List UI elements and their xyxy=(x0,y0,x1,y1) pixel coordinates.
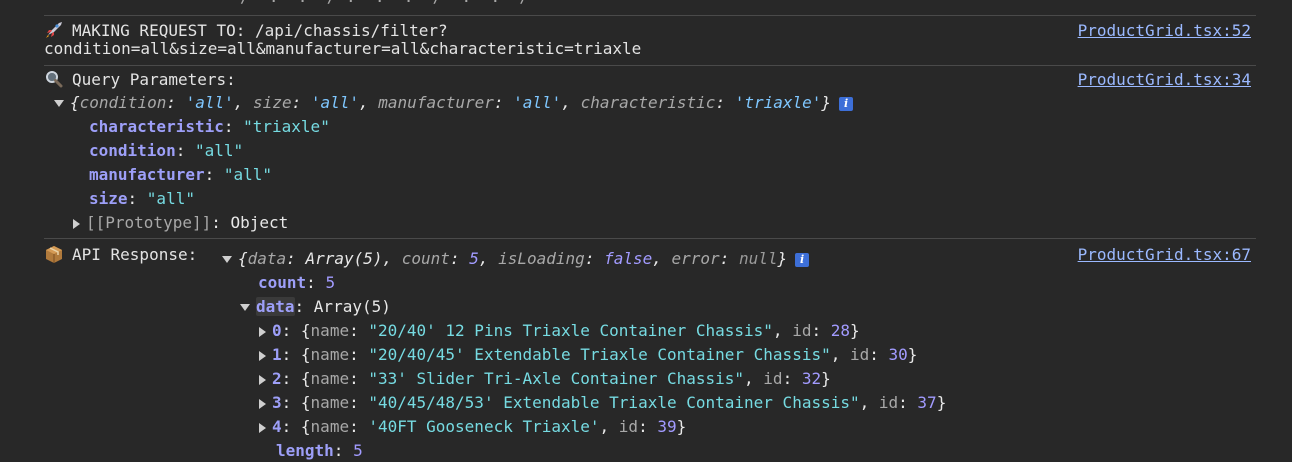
property-row: characteristic: "triaxle" xyxy=(89,117,330,136)
source-link-response[interactable]: ProductGrid.tsx:67 xyxy=(1078,244,1251,266)
item-name-value: "40/45/48/53' Extendable Triaxle Contain… xyxy=(368,393,860,412)
item-name-value: '40FT Gooseneck Triaxle' xyxy=(368,417,600,436)
property-row: manufacturer: "all" xyxy=(89,165,273,184)
expand-triangle-icon[interactable] xyxy=(259,326,266,337)
array-index: 2 xyxy=(272,369,282,388)
property-key: condition xyxy=(89,141,176,160)
summary-characteristic-value: 'triaxle' xyxy=(734,93,822,112)
array-index: 0 xyxy=(272,321,282,340)
summary-isloading-value: false xyxy=(604,249,653,268)
expand-triangle-icon[interactable] xyxy=(240,304,250,311)
summary-size-value: 'all' xyxy=(310,93,360,112)
property-key: size xyxy=(89,189,128,208)
expand-triangle-icon[interactable] xyxy=(73,218,80,229)
prototype-row[interactable]: [[Prototype]]: Object xyxy=(73,212,288,234)
magnifier-icon xyxy=(44,70,64,88)
property-value: 5 xyxy=(325,273,336,292)
info-icon[interactable]: i xyxy=(795,252,810,267)
request-label-continued: condition=all&size=all&manufacturer=all&… xyxy=(44,39,642,58)
summary-error-value: null xyxy=(738,249,778,268)
expand-triangle-icon[interactable] xyxy=(259,374,266,385)
item-id-value: 30 xyxy=(888,345,908,364)
log-separator xyxy=(44,238,1256,239)
property-value: "triaxle" xyxy=(243,117,330,136)
item-name-value: "20/40/45' Extendable Triaxle Container … xyxy=(368,345,831,364)
expand-triangle-icon[interactable] xyxy=(222,256,232,263)
expand-triangle-icon[interactable] xyxy=(259,422,266,433)
prototype-key: [[Prototype]] xyxy=(86,213,212,232)
query-params-label: Query Parameters: xyxy=(72,70,236,89)
length-row: length: 5 xyxy=(276,441,363,460)
count-row: count: 5 xyxy=(258,273,336,292)
source-link-request[interactable]: ProductGrid.tsx:52 xyxy=(1078,20,1251,42)
array-index: 3 xyxy=(272,393,282,412)
item-id-value: 28 xyxy=(830,321,850,340)
item-id-value: 32 xyxy=(801,369,822,388)
info-icon[interactable]: i xyxy=(839,96,854,111)
api-response-label: API Response: xyxy=(72,245,198,264)
api-response-summary[interactable]: {data: Array(5), count: 5, isLoading: fa… xyxy=(222,248,810,270)
property-value: "all" xyxy=(194,141,244,160)
property-key: data xyxy=(256,297,295,316)
property-value: 5 xyxy=(353,441,363,460)
array-item-row[interactable]: 3: {name: "40/45/48/53' Extendable Triax… xyxy=(259,392,946,414)
prototype-value: Object xyxy=(230,213,289,232)
expand-triangle-icon[interactable] xyxy=(54,100,64,107)
log-separator xyxy=(44,15,1256,16)
array-item-row[interactable]: 1: {name: "20/40/45' Extendable Triaxle … xyxy=(259,344,917,366)
property-key: manufacturer xyxy=(89,165,205,184)
property-value: "all" xyxy=(223,165,273,184)
property-row: size: "all" xyxy=(89,189,195,208)
source-link-query[interactable]: ProductGrid.tsx:34 xyxy=(1078,69,1251,91)
rocket-icon xyxy=(44,21,64,39)
item-id-value: 37 xyxy=(917,393,937,412)
data-array-row[interactable]: data: Array(5) xyxy=(240,296,391,318)
package-icon xyxy=(44,245,64,263)
property-value: Array(5) xyxy=(313,297,391,316)
summary-condition-value: 'all' xyxy=(185,93,234,112)
array-index: 4 xyxy=(272,417,282,436)
property-row: condition: "all" xyxy=(89,141,244,160)
summary-manufacturer-value: 'all' xyxy=(513,93,562,112)
log-separator xyxy=(44,65,1256,66)
item-name-value: "33' Slider Tri-Axle Container Chassis" xyxy=(368,369,745,388)
array-item-row[interactable]: 2: {name: "33' Slider Tri-Axle Container… xyxy=(259,368,831,390)
previous-log-fragment: / . . / . . . / . . / xyxy=(240,0,529,8)
query-params-log-line: Query Parameters: xyxy=(44,69,236,91)
property-value: "all" xyxy=(146,189,195,208)
summary-count-value: 5 xyxy=(469,249,479,268)
item-name-value: "20/40' 12 Pins Triaxle Container Chassi… xyxy=(368,321,773,340)
expand-triangle-icon[interactable] xyxy=(259,398,266,409)
expand-triangle-icon[interactable] xyxy=(259,350,266,361)
property-key: count xyxy=(258,273,307,292)
property-key: characteristic xyxy=(89,117,224,136)
property-key: length xyxy=(276,441,334,460)
query-params-summary[interactable]: {condition: 'all', size: 'all', manufact… xyxy=(54,92,854,114)
api-response-log-line: API Response: xyxy=(44,244,197,266)
item-id-value: 39 xyxy=(657,417,677,436)
array-item-row[interactable]: 0: {name: "20/40' 12 Pins Triaxle Contai… xyxy=(259,320,860,342)
array-index: 1 xyxy=(272,345,282,364)
summary-data-value: Array(5) xyxy=(305,249,383,268)
array-item-row[interactable]: 4: {name: '40FT Gooseneck Triaxle', id: … xyxy=(259,416,686,438)
